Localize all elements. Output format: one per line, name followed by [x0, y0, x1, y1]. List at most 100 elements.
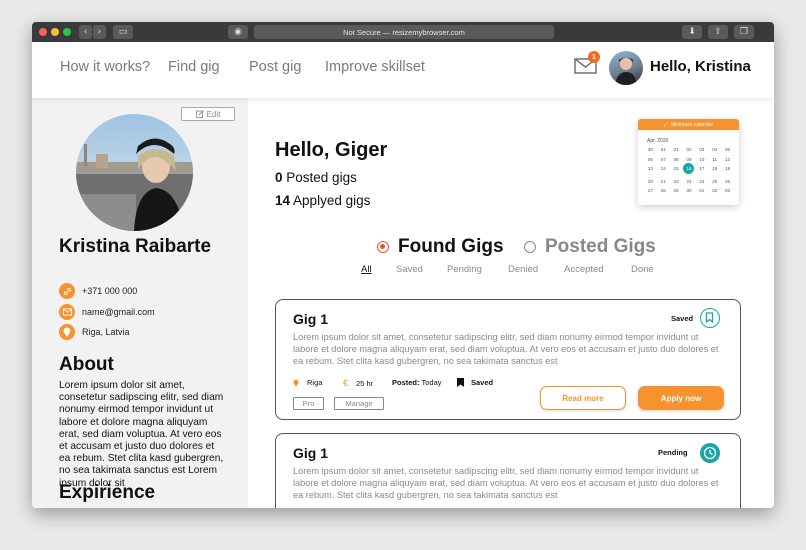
gig-description: Lorem ipsum dolor sit amet, consetetur s…: [293, 466, 719, 500]
gig-status-label: Saved: [671, 314, 694, 323]
calendar-day[interactable]: 23: [683, 179, 696, 184]
forward-button[interactable]: ›: [93, 25, 106, 39]
calendar-day[interactable]: 03: [721, 188, 734, 193]
calendar-day[interactable]: 16: [683, 163, 695, 174]
calendar-day[interactable]: 02: [683, 147, 696, 152]
calendar-day[interactable]: 25: [708, 179, 721, 184]
gig-title: Gig 1: [293, 311, 329, 327]
calendar-day[interactable]: 19: [721, 166, 734, 174]
calendar-day[interactable]: 04: [708, 147, 721, 152]
posted-label: Posted gigs: [286, 170, 357, 185]
maximize-window-button[interactable]: [63, 28, 71, 36]
notification-badge: 1: [588, 51, 600, 63]
gig-rate: € 25 hr: [343, 378, 373, 388]
calendar-day[interactable]: 26: [721, 179, 734, 184]
calendar-day[interactable]: 02: [708, 188, 721, 193]
minimize-window-button[interactable]: [51, 28, 59, 36]
calendar-day[interactable]: 18: [708, 166, 721, 174]
sidebar-toggle-button[interactable]: ▭: [113, 25, 133, 39]
calendar-day[interactable]: 21: [657, 179, 670, 184]
tag-manage[interactable]: Manage: [334, 397, 384, 410]
filter-all[interactable]: All: [361, 264, 396, 275]
calendar-month: Apr. 2020: [647, 138, 669, 144]
filter-accepted[interactable]: Accepted: [564, 264, 631, 275]
nav-how-it-works[interactable]: How it works?: [60, 59, 150, 75]
browser-titlebar: ‹ › ▭ ◉ Not Secure — resizemybrowser.com…: [32, 22, 774, 42]
calendar-day[interactable]: 05: [721, 147, 734, 152]
filter-saved[interactable]: Saved: [396, 264, 447, 275]
download-button[interactable]: ⬇: [682, 25, 702, 39]
profile-portrait: [76, 138, 193, 231]
calendar-day[interactable]: 24: [695, 179, 708, 184]
gig-title: Gig 1: [293, 445, 329, 461]
calendar-day[interactable]: 31: [657, 147, 670, 152]
calendar-day[interactable]: 20: [644, 179, 657, 184]
calendar-day[interactable]: 11: [708, 157, 721, 162]
calendar-day[interactable]: 30: [644, 147, 657, 152]
calendar-day[interactable]: 09: [683, 157, 696, 162]
edit-profile-button[interactable]: Edit: [181, 107, 235, 121]
nav-post-gig[interactable]: Post gig: [249, 59, 301, 75]
user-greeting: Hello, Kristina: [650, 58, 751, 75]
tabs-button[interactable]: ❐: [734, 25, 754, 39]
about-heading: About: [59, 354, 114, 375]
clock-icon[interactable]: [700, 443, 720, 463]
calendar-day[interactable]: 07: [657, 157, 670, 162]
calendar-grid: 30 31 01 02 03 04 05 06 07 08 09 10 11 12 13 14 15 16 17 18…: [644, 147, 734, 193]
bookmark-filled-icon: [457, 378, 464, 387]
calendar-day[interactable]: 29: [670, 188, 683, 193]
filter-done[interactable]: Done: [631, 264, 654, 275]
apply-now-button[interactable]: Apply now: [638, 386, 724, 410]
expand-icon: ⤢: [664, 121, 669, 128]
top-navigation: How it works? Find gig Post gig Improve …: [32, 42, 774, 98]
profile-name: Kristina Raibarte: [59, 236, 212, 257]
calendar-day[interactable]: 06: [644, 157, 657, 162]
calendar-day[interactable]: 13: [644, 166, 657, 174]
filter-pending[interactable]: Pending: [447, 264, 508, 275]
found-gigs-radio[interactable]: [377, 241, 389, 253]
gig-saved: Saved: [457, 378, 493, 387]
share-button[interactable]: ⇪: [708, 25, 728, 39]
gig-hours: 25 hr: [356, 378, 374, 388]
about-text: Lorem ipsum dolor sit amet, consetetur s…: [59, 380, 224, 489]
download-icon: ⬇: [688, 27, 696, 37]
bookmark-icon[interactable]: [700, 308, 720, 328]
calendar-day[interactable]: 27: [644, 188, 657, 193]
gig-card[interactable]: Gig 1 Pending Lorem ipsum dolor sit amet…: [275, 433, 741, 508]
calendar-day[interactable]: 28: [657, 188, 670, 193]
gig-description: Lorem ipsum dolor sit amet, consetetur s…: [293, 332, 719, 366]
calendar-day[interactable]: 01: [670, 147, 683, 152]
close-window-button[interactable]: [39, 28, 47, 36]
gig-card[interactable]: Gig 1 Saved Lorem ipsum dolor sit amet, …: [275, 299, 741, 420]
address-bar[interactable]: Not Secure — resizemybrowser.com: [254, 25, 554, 39]
calendar-day[interactable]: 15: [670, 166, 683, 174]
avatar[interactable]: [609, 51, 643, 85]
calendar-day[interactable]: 22: [670, 179, 683, 184]
chevron-left-icon: ‹: [83, 27, 88, 37]
found-gigs-toggle[interactable]: Found Gigs: [377, 236, 504, 258]
posted-count: 0: [275, 170, 283, 185]
contact-location: Riga, Latvia: [59, 324, 130, 340]
calendar-day[interactable]: 12: [721, 157, 734, 162]
nav-improve-skillset[interactable]: Improve skillset: [325, 59, 425, 75]
calendar-header[interactable]: ⤢ Minimaze calendar: [638, 119, 739, 130]
nav-find-gig[interactable]: Find gig: [168, 59, 220, 75]
calendar-day[interactable]: 03: [695, 147, 708, 152]
extension-button[interactable]: ◉: [228, 25, 248, 39]
edit-label: Edit: [206, 109, 221, 119]
calendar-day[interactable]: 14: [657, 166, 670, 174]
calendar-day[interactable]: 10: [695, 157, 708, 162]
posted-gigs-radio[interactable]: [524, 241, 536, 253]
filter-denied[interactable]: Denied: [508, 264, 564, 275]
profile-sidebar: Edit Kristina Raibarte +371 000 000 name…: [32, 98, 248, 508]
tag-pro[interactable]: Pro: [293, 397, 324, 410]
calendar-day[interactable]: 08: [670, 157, 683, 162]
posted-gigs-toggle[interactable]: Posted Gigs: [524, 236, 656, 258]
page-title: Hello, Giger: [275, 139, 388, 161]
back-button[interactable]: ‹: [79, 25, 92, 39]
read-more-button[interactable]: Read more: [540, 386, 626, 410]
calendar-day[interactable]: 17: [695, 166, 708, 174]
calendar-day[interactable]: 01: [695, 188, 708, 193]
mini-calendar: ⤢ Minimaze calendar Apr. 2020 30 31 01 02 03…: [638, 119, 739, 205]
calendar-day[interactable]: 30: [683, 188, 696, 193]
